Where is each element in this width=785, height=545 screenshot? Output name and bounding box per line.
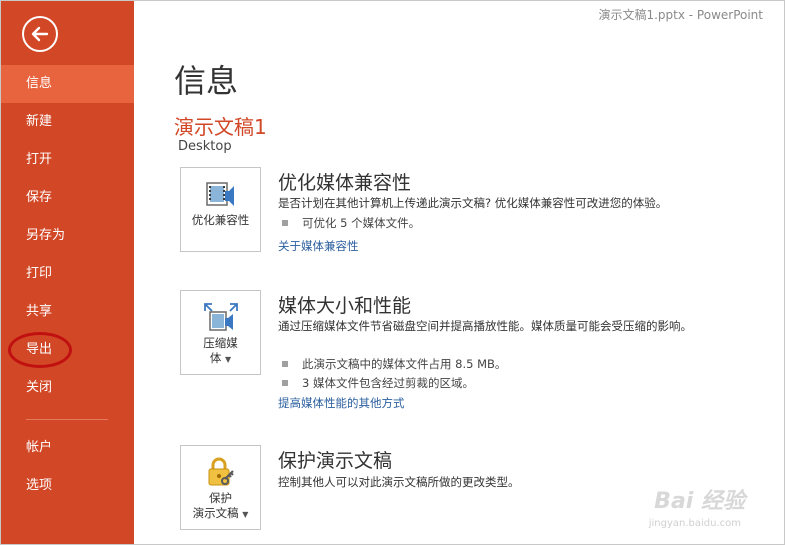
back-arrow-icon bbox=[31, 26, 49, 42]
compress-media-icon bbox=[203, 303, 238, 331]
bullet-text: 可优化 5 个媒体文件。 bbox=[302, 216, 421, 230]
optimize-compatibility-label: 优化兼容性 bbox=[191, 213, 250, 227]
page-title: 信息 bbox=[174, 62, 239, 100]
optimize-media-icon bbox=[205, 182, 234, 206]
link-about-media-compatibility[interactable]: 关于媒体兼容性 bbox=[278, 238, 359, 254]
lock-key-icon bbox=[208, 457, 234, 486]
link-improve-media-performance[interactable]: 提高媒体性能的其他方式 bbox=[278, 395, 405, 411]
section-heading-compatibility: 优化媒体兼容性 bbox=[278, 172, 412, 194]
bullet-square-icon bbox=[282, 361, 288, 367]
nav-item-share[interactable]: 共享 bbox=[0, 293, 134, 331]
dropdown-caret-icon: ▼ bbox=[242, 510, 249, 519]
section-description-protect: 控制其他人可以对此演示文稿所做的更改类型。 bbox=[278, 475, 520, 489]
bullet-text: 此演示文稿中的媒体文件占用 8.5 MB。 bbox=[302, 357, 507, 371]
bullet-compatibility-1: 可优化 5 个媒体文件。 bbox=[282, 215, 420, 231]
nav-item-options[interactable]: 选项 bbox=[0, 467, 134, 505]
backstage-sidebar: 信息 新建 打开 保存 另存为 打印 共享 导出 关闭 帐户 选项 bbox=[0, 0, 134, 545]
protect-presentation-button[interactable]: 保护 演示文稿 ▼ bbox=[180, 445, 261, 530]
bullet-media-size-2: 3 媒体文件包含经过剪裁的区域。 bbox=[282, 375, 474, 391]
nav-item-save[interactable]: 保存 bbox=[0, 179, 134, 217]
bullet-square-icon bbox=[282, 220, 288, 226]
section-description-compatibility: 是否计划在其他计算机上传递此演示文稿? 优化媒体兼容性可改进您的体验。 bbox=[278, 196, 668, 210]
nav-item-print[interactable]: 打印 bbox=[0, 255, 134, 293]
bullet-text: 3 媒体文件包含经过剪裁的区域。 bbox=[302, 376, 474, 390]
nav-item-info[interactable]: 信息 bbox=[0, 65, 134, 103]
nav-item-export[interactable]: 导出 bbox=[0, 331, 134, 369]
nav-item-account[interactable]: 帐户 bbox=[0, 429, 134, 467]
dropdown-caret-icon: ▼ bbox=[225, 355, 232, 364]
protect-presentation-label: 保护 演示文稿 ▼ bbox=[192, 491, 249, 520]
baidu-watermark-url: jingyan.baidu.com bbox=[648, 518, 741, 529]
compress-media-label: 压缩媒 体 ▼ bbox=[203, 336, 238, 365]
document-name: 演示文稿1 bbox=[174, 115, 267, 139]
bullet-media-size-1: 此演示文稿中的媒体文件占用 8.5 MB。 bbox=[282, 356, 506, 372]
section-heading-protect: 保护演示文稿 bbox=[278, 450, 393, 472]
document-location: Desktop bbox=[178, 139, 232, 154]
nav-item-new[interactable]: 新建 bbox=[0, 103, 134, 141]
optimize-compatibility-button[interactable]: 优化兼容性 bbox=[180, 167, 261, 252]
back-button[interactable] bbox=[22, 16, 58, 52]
nav-item-open[interactable]: 打开 bbox=[0, 141, 134, 179]
nav-divider bbox=[26, 419, 108, 420]
window-title: 演示文稿1.pptx - PowerPoint bbox=[598, 8, 763, 22]
nav-item-close[interactable]: 关闭 bbox=[0, 369, 134, 407]
bullet-square-icon bbox=[282, 380, 288, 386]
section-description-media-size: 通过压缩媒体文件节省磁盘空间并提高播放性能。媒体质量可能会受压缩的影响。 bbox=[278, 319, 692, 333]
nav-item-save-as[interactable]: 另存为 bbox=[0, 217, 134, 255]
compress-media-button[interactable]: 压缩媒 体 ▼ bbox=[180, 290, 261, 375]
section-heading-media-size: 媒体大小和性能 bbox=[278, 295, 412, 317]
